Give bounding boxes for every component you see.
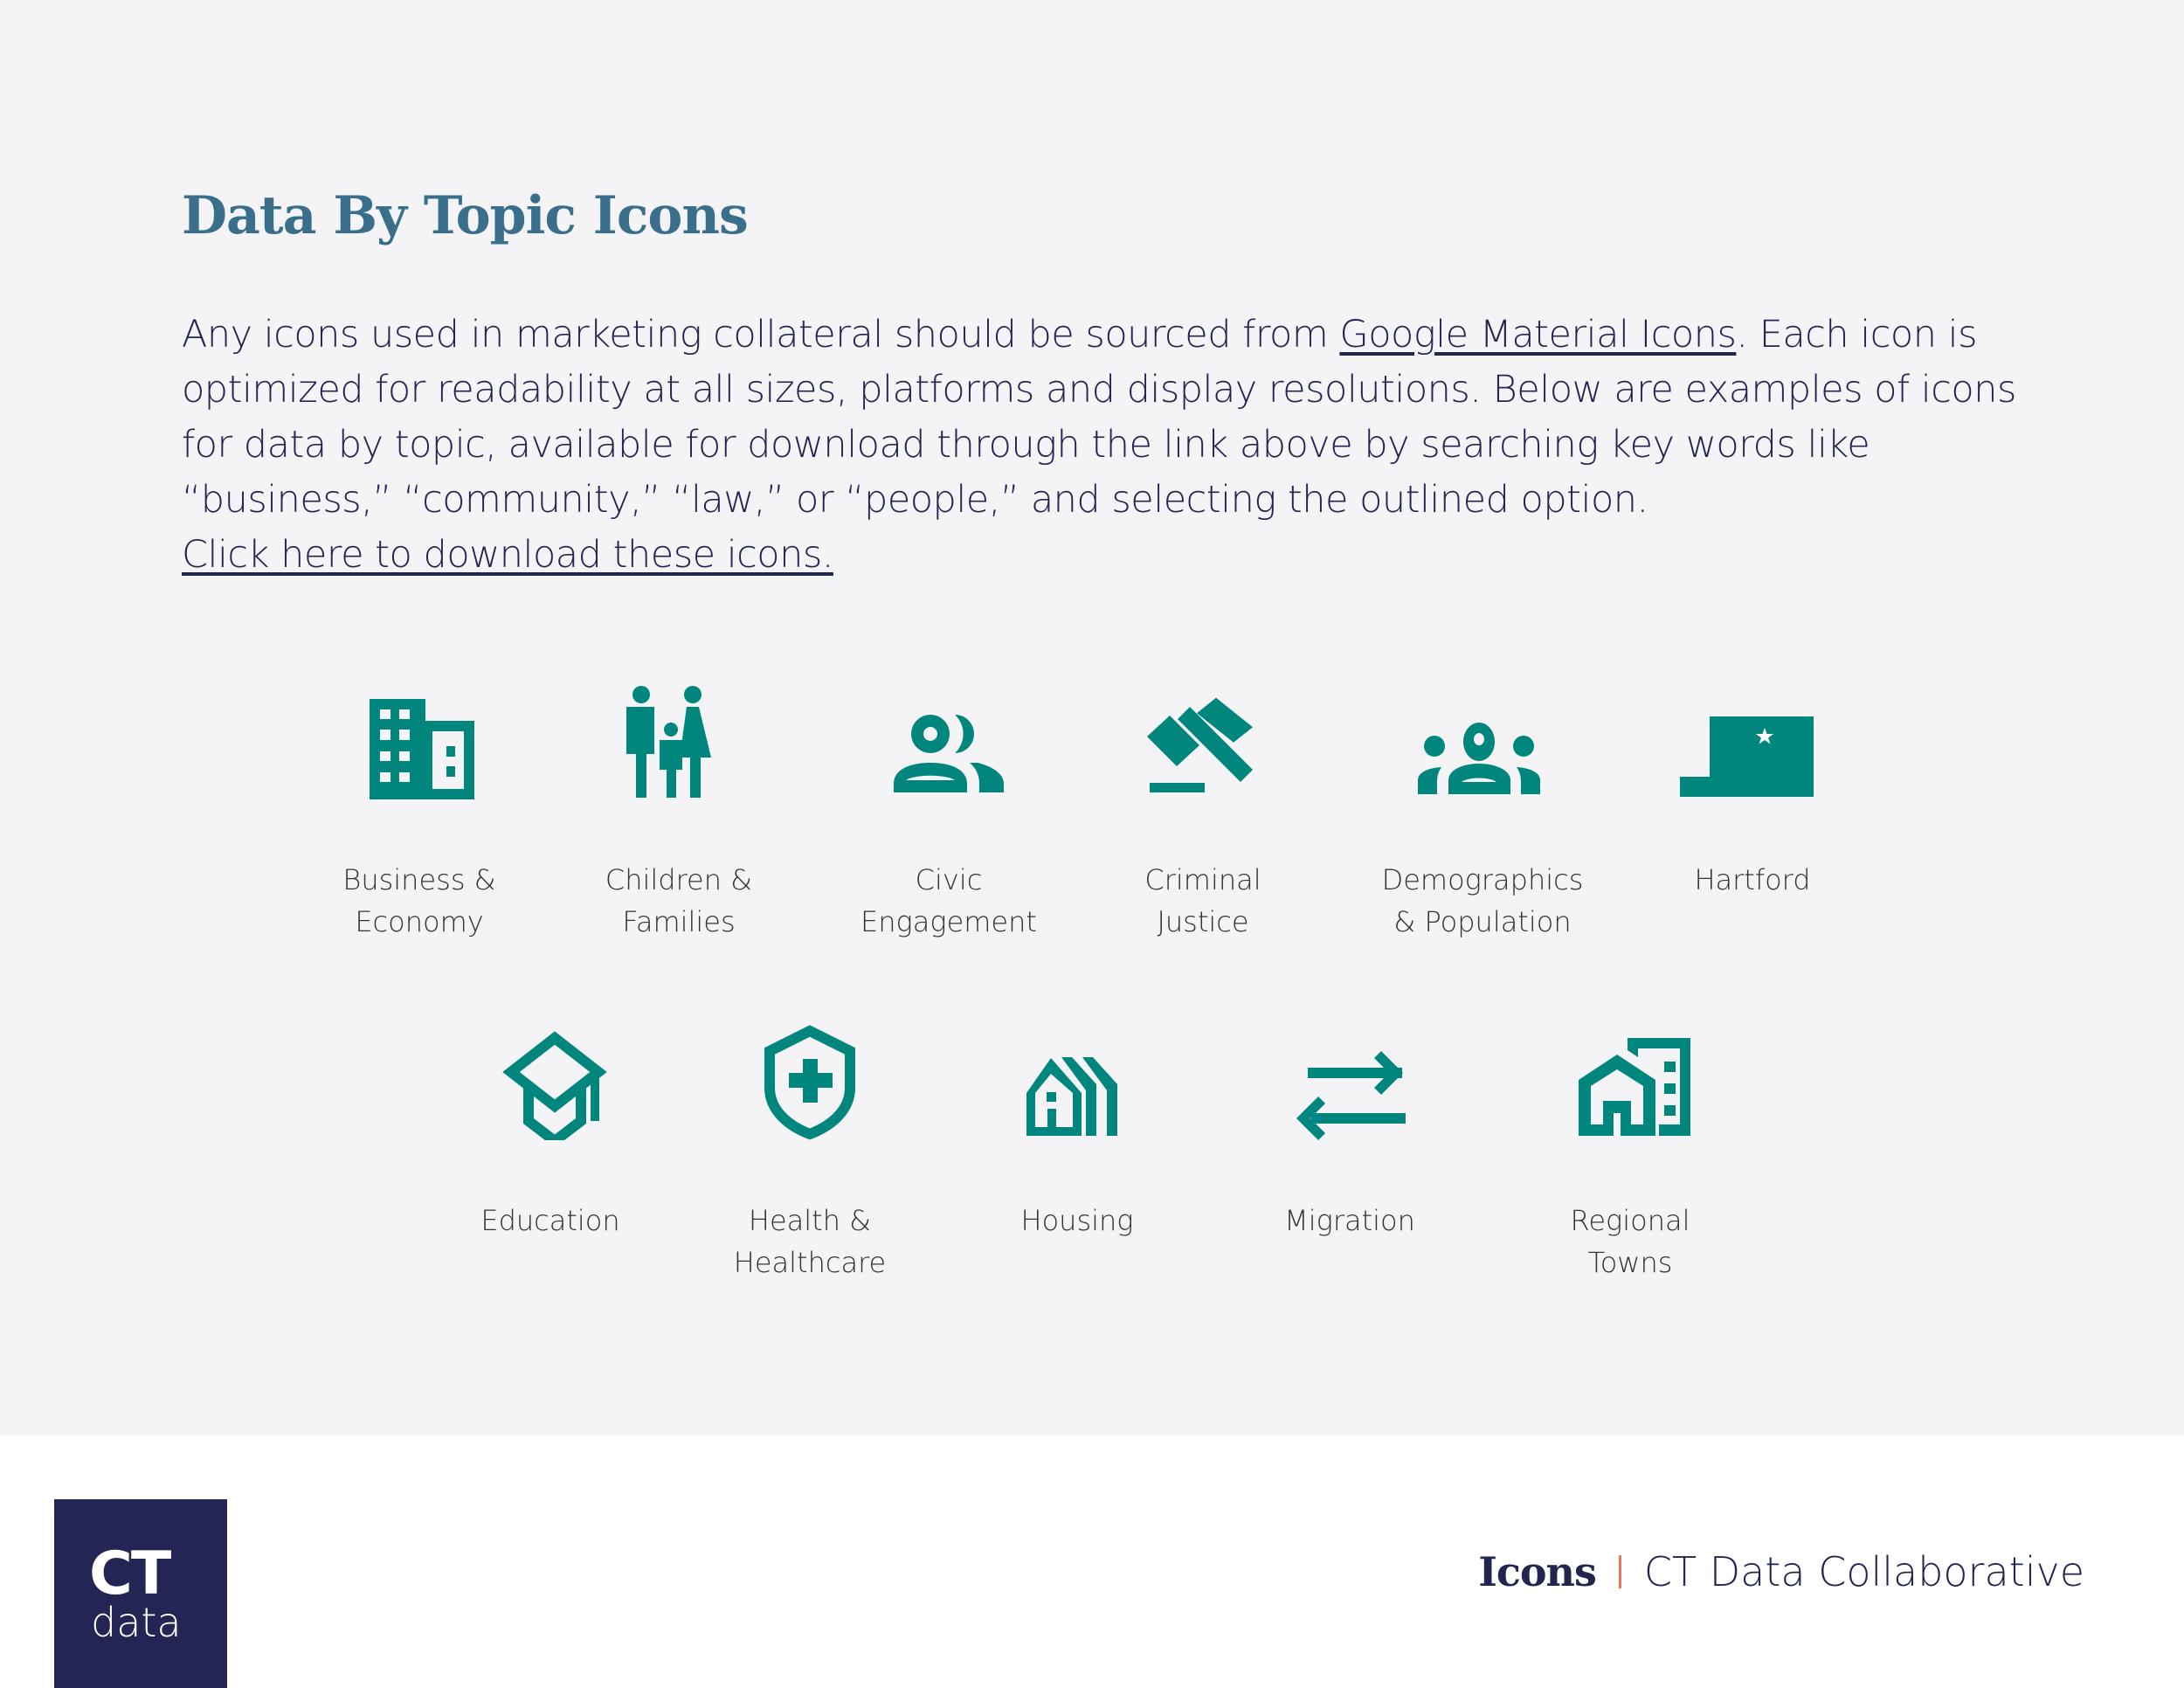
swap-arrows-icon xyxy=(1296,1051,1406,1140)
business-icon xyxy=(370,699,474,799)
topic-label: Regional Towns xyxy=(1570,1204,1690,1279)
topic-label: Housing xyxy=(1020,1204,1134,1237)
groups-icon xyxy=(1418,723,1540,794)
houses-icon xyxy=(1026,1057,1117,1136)
connecticut-map-icon xyxy=(1680,716,1814,797)
family-icon xyxy=(626,686,711,798)
topic-label: Migration xyxy=(1284,1204,1415,1237)
ctdata-logo: CT data xyxy=(54,1499,227,1688)
topic-label: Business & Economy xyxy=(342,863,496,938)
topic-housing: Housing xyxy=(946,1022,1208,1242)
topic-criminal-justice: Criminal Justice xyxy=(1072,686,1334,943)
topic-civic-engagement: Civic Engagement xyxy=(818,686,1080,943)
footer-divider xyxy=(1618,1555,1621,1588)
topic-label: Children & Families xyxy=(605,863,753,938)
health-shield-icon xyxy=(764,1025,855,1140)
topic-label: Health & Healthcare xyxy=(733,1204,887,1279)
school-icon xyxy=(502,1031,607,1140)
topic-business: Business & Economy xyxy=(288,686,550,943)
page-title: Data By Topic Icons xyxy=(182,185,749,246)
people-icon xyxy=(894,715,1004,792)
topic-education: Education xyxy=(419,1022,681,1242)
footer-org-name: CT Data Collaborative xyxy=(1643,1548,2084,1595)
topic-label: Criminal Justice xyxy=(1144,863,1261,938)
home-work-icon xyxy=(1579,1038,1690,1136)
topic-children-families: Children & Families xyxy=(548,686,810,943)
topic-regional-towns: Regional Towns xyxy=(1499,1022,1761,1283)
topic-demographics: Demographics & Population xyxy=(1351,686,1614,943)
logo-data-text: data xyxy=(91,1599,182,1646)
logo-ct-text: CT xyxy=(89,1539,171,1608)
intro-text-1: Any icons used in marketing collateral s… xyxy=(182,313,1340,356)
topic-health: Health & Healthcare xyxy=(679,1022,941,1283)
topic-label: Hartford xyxy=(1694,863,1811,896)
download-icons-link[interactable]: Click here to download these icons. xyxy=(182,528,2051,583)
topic-label: Education xyxy=(480,1204,620,1237)
topic-migration: Migration xyxy=(1219,1022,1481,1242)
google-material-icons-link[interactable]: Google Material Icons xyxy=(1339,313,1736,356)
topic-label: Civic Engagement xyxy=(860,863,1037,938)
topic-label: Demographics & Population xyxy=(1381,863,1584,938)
intro-paragraph: Any icons used in marketing collateral s… xyxy=(182,308,2051,583)
footer-section-name: Icons xyxy=(1478,1548,1597,1595)
gavel-icon xyxy=(1147,697,1253,792)
footer-caption: Icons CT Data Collaborative xyxy=(1478,1548,2084,1595)
topic-hartford: Hartford xyxy=(1621,686,1883,901)
